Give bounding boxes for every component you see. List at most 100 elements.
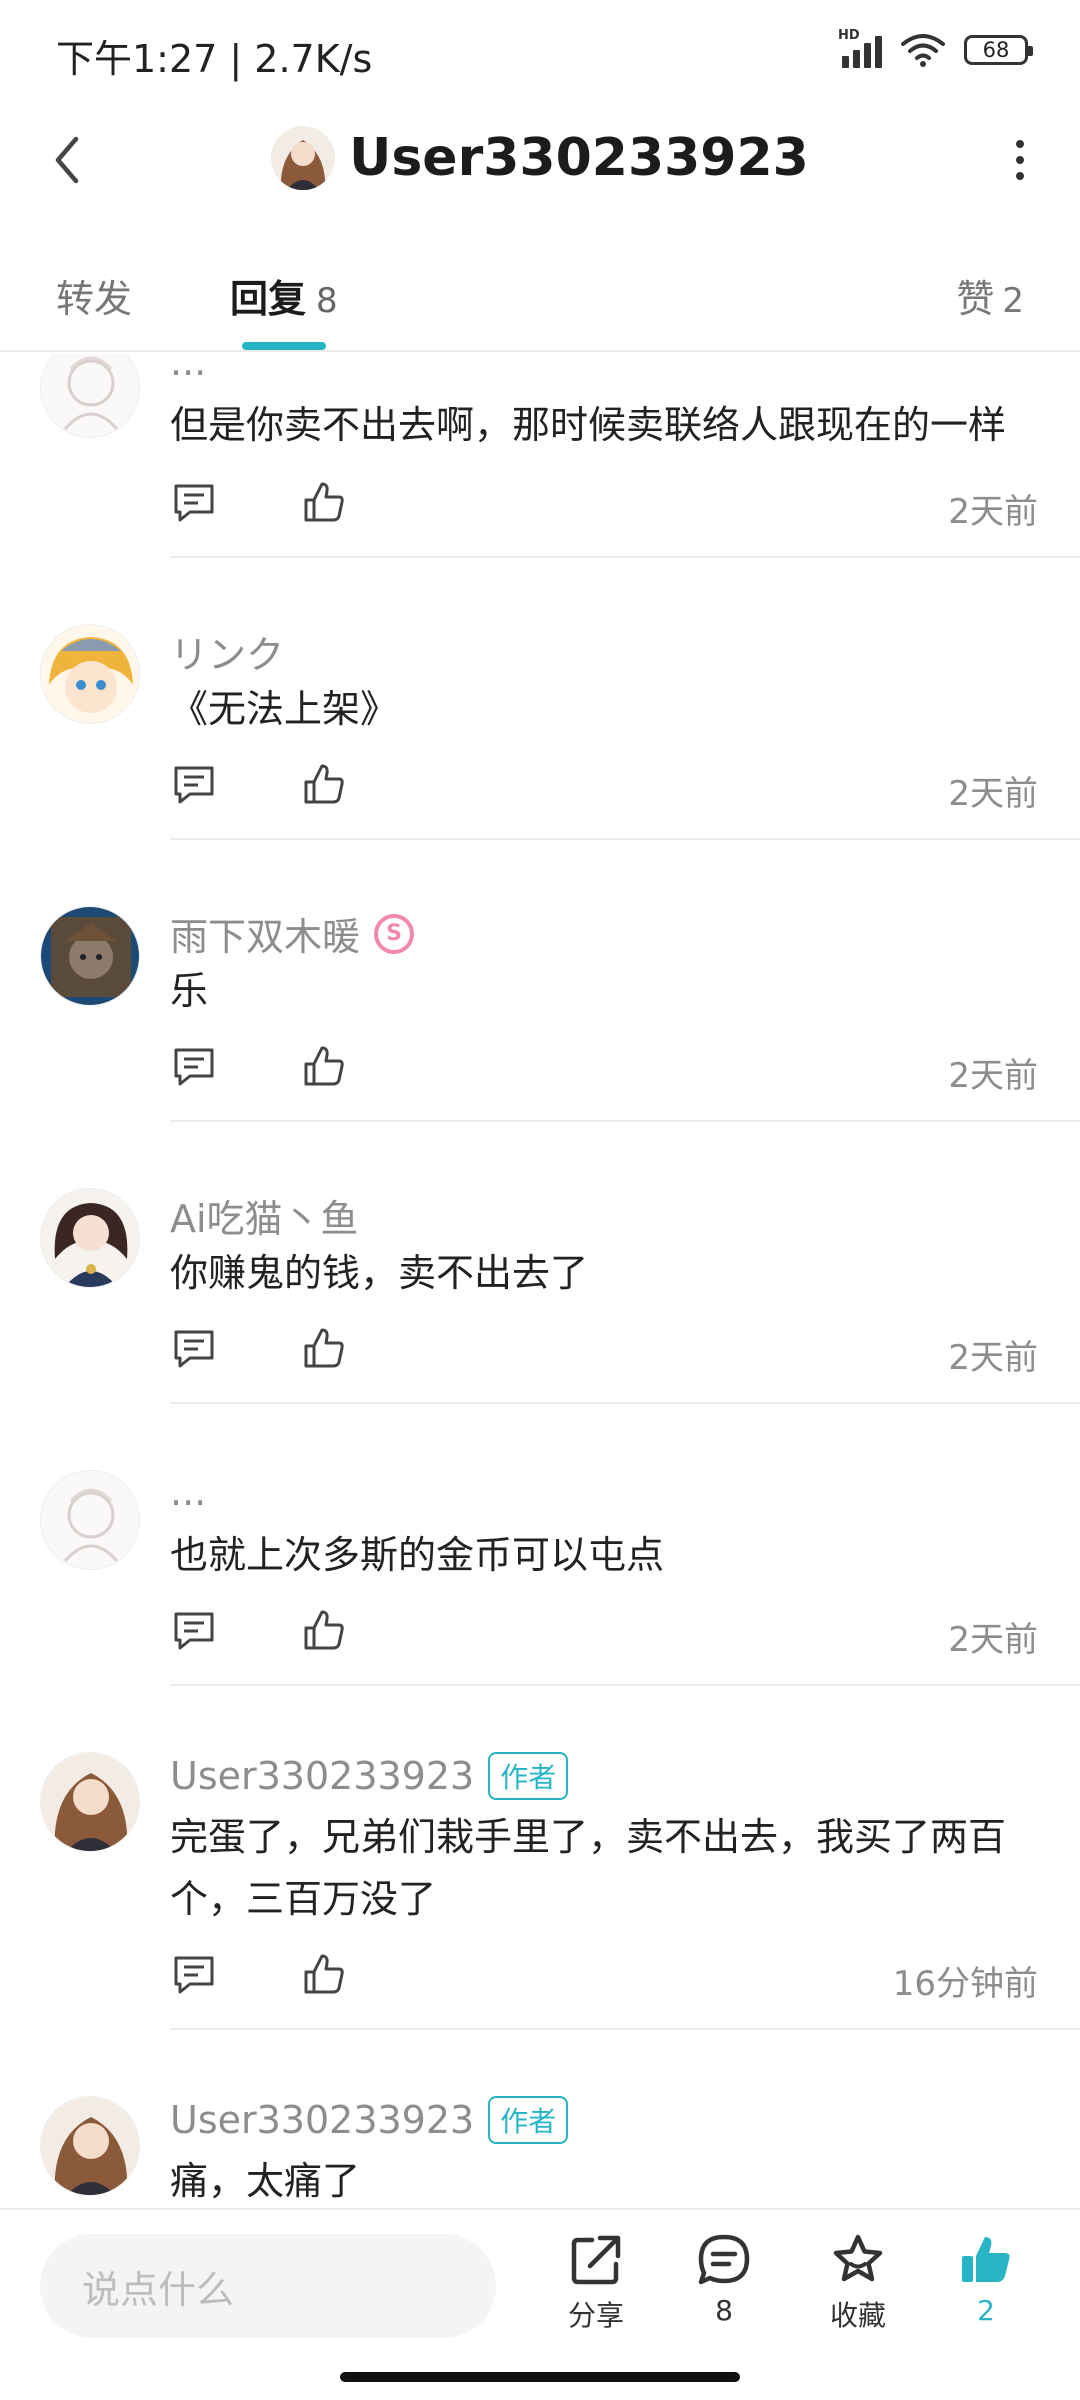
- comment-author[interactable]: リンク: [170, 624, 284, 679]
- avatar[interactable]: [40, 1470, 140, 1570]
- thumbs-up-icon[interactable]: [302, 480, 346, 524]
- favorite-button[interactable]: 收藏: [808, 2232, 908, 2334]
- avatar[interactable]: [40, 1188, 140, 1288]
- tab-reply[interactable]: 回复 8: [230, 268, 338, 323]
- avatar[interactable]: [40, 1752, 140, 1852]
- comment-icon[interactable]: [172, 1326, 216, 1370]
- comment-author-row: 雨下双木暖 S: [170, 906, 415, 961]
- comment-icon[interactable]: [172, 762, 216, 806]
- signal-icon: HD: [838, 28, 882, 68]
- author-badge: 作者: [488, 2096, 569, 2144]
- share-icon: [571, 2235, 621, 2285]
- tab-like[interactable]: 赞2: [956, 268, 1024, 323]
- more-vertical-icon: [1016, 140, 1024, 180]
- page-title: User330233923: [349, 128, 809, 188]
- comment-author-row: ...: [170, 1470, 206, 1514]
- input-placeholder: 说点什么: [82, 2267, 235, 2312]
- thumbs-up-icon[interactable]: [302, 1608, 346, 1652]
- wifi-icon: [901, 34, 945, 67]
- comment-input[interactable]: 说点什么: [40, 2234, 496, 2338]
- comment-author-row: User330233923 作者: [170, 2096, 569, 2144]
- tab-forward-label: 转发: [56, 277, 133, 321]
- share-label: 分享: [567, 2299, 624, 2332]
- thumbs-up-icon[interactable]: [302, 762, 346, 806]
- comment-time: 2天前: [948, 1056, 1038, 1096]
- comment-time: 16分钟前: [892, 1964, 1038, 2004]
- share-button[interactable]: 分享: [546, 2232, 646, 2334]
- thumbs-up-icon[interactable]: [302, 1044, 346, 1088]
- network-label: HD: [838, 28, 860, 43]
- reply-button[interactable]: 8: [674, 2232, 774, 2327]
- tab-forward[interactable]: 转发: [56, 268, 132, 323]
- comment-text: 但是你卖不出去啊，那时候卖联络人跟现在的一样: [170, 403, 1007, 447]
- comment-text: 完蛋了，兄弟们栽手里了，卖不出去，我买了两百个，三百万没了: [170, 1815, 1007, 1921]
- divider: [170, 1684, 1080, 1686]
- tab-reply-count: 8: [316, 281, 338, 321]
- comment-author-row: Ai吃猫丶鱼: [170, 1188, 359, 1243]
- divider: [170, 1402, 1080, 1404]
- comment-author[interactable]: 雨下双木暖: [170, 906, 360, 961]
- header: User330233923: [0, 110, 1080, 210]
- comment-author-row: リンク: [170, 624, 284, 679]
- favorite-label: 收藏: [829, 2299, 886, 2332]
- author-badge: 作者: [488, 1752, 569, 1800]
- comment-actions: 2天前: [170, 1326, 1040, 1378]
- comment-actions: 16分钟前: [170, 1952, 1040, 2004]
- comment-actions: 2天前: [170, 480, 1040, 532]
- thumbs-up-icon[interactable]: [302, 1952, 346, 1996]
- avatar[interactable]: [40, 2096, 140, 2196]
- comment-list[interactable]: ... 但是你卖不出去啊，那时候卖联络人跟现在的一样 2天前 リンク 《无法上架…: [0, 354, 1080, 2206]
- vip-badge: S: [374, 913, 415, 954]
- comment-icon[interactable]: [172, 1044, 216, 1088]
- comment-text: 你赚鬼的钱，卖不出去了: [170, 1251, 589, 1295]
- comment-icon[interactable]: [172, 1608, 216, 1652]
- more-button[interactable]: [988, 128, 1052, 192]
- divider: [170, 1120, 1080, 1122]
- status-time: 下午1:27 | 2.7K/s: [56, 37, 373, 81]
- bottom-bar: 说点什么 分享 8 收藏 2: [0, 2208, 1080, 2360]
- thumbs-up-icon[interactable]: [302, 1326, 346, 1370]
- comment-actions: 2天前: [170, 1608, 1040, 1660]
- comment-author[interactable]: ...: [170, 1470, 206, 1514]
- comment-actions: 2天前: [170, 762, 1040, 814]
- star-icon: [833, 2234, 883, 2282]
- reply-count: 8: [715, 2294, 733, 2327]
- comment-author-row: User330233923 作者: [170, 1752, 569, 1800]
- comment-author[interactable]: Ai吃猫丶鱼: [170, 1188, 359, 1243]
- comment-author-row: ...: [170, 354, 206, 384]
- status-icons: HD 68: [838, 28, 1033, 68]
- tab-indicator: [242, 342, 326, 350]
- avatar[interactable]: [40, 906, 140, 1006]
- comment-text: 乐: [170, 969, 209, 1013]
- like-count: 2: [977, 2294, 995, 2327]
- avatar[interactable]: [271, 126, 336, 190]
- tab-like-label: 赞: [956, 277, 995, 321]
- comment-actions: 2天前: [170, 1044, 1040, 1096]
- comment-time: 2天前: [948, 1620, 1038, 1660]
- comment-icon[interactable]: [172, 1952, 216, 1996]
- divider: [170, 2028, 1080, 2030]
- status-bar: 下午1:27 | 2.7K/s HD 68: [0, 0, 1080, 110]
- comment-author[interactable]: User330233923: [170, 1754, 474, 1798]
- tabs: 转发 回复 8 赞2: [0, 240, 1080, 352]
- divider: [170, 838, 1080, 840]
- battery-level: 68: [982, 38, 1010, 62]
- comment-author[interactable]: ...: [170, 354, 206, 384]
- header-title[interactable]: User330233923: [0, 126, 1080, 190]
- comment-time: 2天前: [948, 774, 1038, 814]
- comment-time: 2天前: [948, 492, 1038, 532]
- chat-bubble-icon: [698, 2234, 750, 2285]
- thumbs-up-filled-icon: [962, 2237, 1010, 2282]
- comment-author[interactable]: User330233923: [170, 2098, 474, 2142]
- avatar[interactable]: [40, 354, 140, 438]
- battery-icon: 68: [964, 35, 1033, 65]
- avatar[interactable]: [40, 624, 140, 724]
- like-button[interactable]: 2: [936, 2232, 1036, 2327]
- home-indicator[interactable]: [340, 2372, 740, 2382]
- divider: [170, 556, 1080, 558]
- tab-like-count: 2: [1002, 281, 1024, 321]
- comment-text: 也就上次多斯的金币可以屯点: [170, 1533, 665, 1577]
- comment-icon[interactable]: [172, 480, 216, 524]
- comment-text: 《无法上架》: [170, 687, 399, 731]
- comment-time: 2天前: [948, 1338, 1038, 1378]
